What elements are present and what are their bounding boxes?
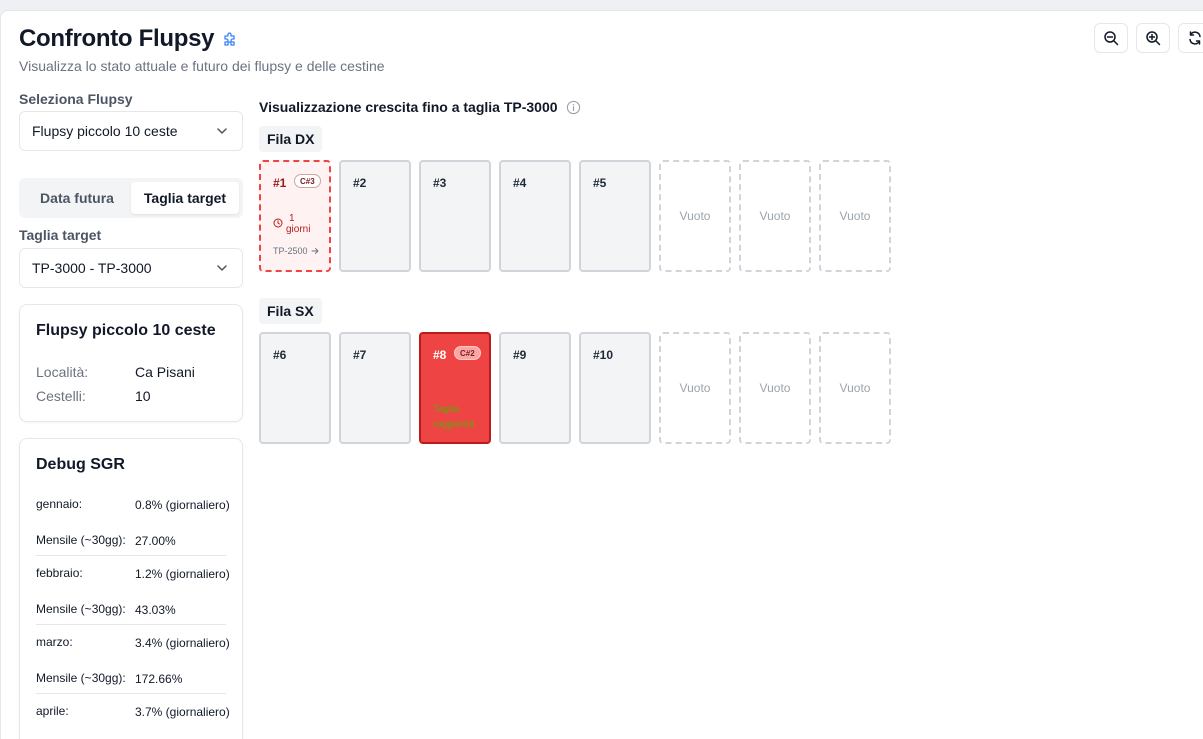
basket-number: #6 <box>273 348 287 362</box>
chevron-down-icon <box>217 128 227 134</box>
tab-taglia-target[interactable]: Taglia target <box>131 182 239 214</box>
current-size: TP-2500 <box>273 246 319 256</box>
zoom-in-icon <box>1146 31 1161 46</box>
info-key-location: Località: <box>36 364 89 380</box>
empty-slot[interactable]: Vuoto <box>739 160 811 272</box>
info-card-title: Flupsy piccolo 10 ceste <box>36 322 216 339</box>
basket-8[interactable]: #8 C#2 Taglia raggiunta <box>419 332 491 444</box>
basket-number: #7 <box>353 348 367 362</box>
empty-label: Vuoto <box>759 381 791 395</box>
basket-9[interactable]: #9 <box>499 332 571 444</box>
basket-number: #8 <box>433 348 447 362</box>
puzzle-icon <box>222 32 238 48</box>
month-daily: 0.8% (giornaliero) <box>135 498 230 512</box>
page-title: Confronto Flupsy <box>19 25 238 53</box>
basket-number: #5 <box>593 176 607 190</box>
month-name: febbraio: <box>36 566 83 580</box>
cycle-badge: C#3 <box>294 174 321 188</box>
target-size-select[interactable]: TP-3000 - TP-3000 <box>19 248 243 288</box>
row-label-sx: Fila SX <box>259 298 322 324</box>
empty-label: Vuoto <box>759 209 791 223</box>
basket-2[interactable]: #2 <box>339 160 411 272</box>
divider <box>36 555 226 556</box>
info-value-baskets: 10 <box>135 388 151 404</box>
target-reached-label: Taglia raggiunta <box>433 404 475 430</box>
month-name: aprile: <box>36 704 69 718</box>
basket-4[interactable]: #4 <box>499 160 571 272</box>
basket-number: #10 <box>593 348 614 362</box>
days-number: 1 <box>289 213 295 224</box>
zoom-out-button[interactable] <box>1094 23 1128 53</box>
page: Confronto Flupsy Visualizza lo stato att… <box>0 10 1203 739</box>
debug-sgr-card: Debug SGR gennaio: 0.8% (giornaliero) Me… <box>19 438 243 739</box>
month-daily: 3.7% (giornaliero) <box>135 705 230 719</box>
basket-10[interactable]: #10 <box>579 332 651 444</box>
basket-6[interactable]: #6 <box>259 332 331 444</box>
clock-icon <box>273 218 283 228</box>
divider <box>36 624 226 625</box>
row-label-dx: Fila DX <box>259 126 323 152</box>
flupsy-info-card: Flupsy piccolo 10 ceste Località: Ca Pis… <box>19 304 243 422</box>
chevron-down-icon <box>217 265 227 271</box>
monthly-value: 27.00% <box>135 534 176 548</box>
month-name: marzo: <box>36 635 73 649</box>
monthly-value: 172.66% <box>135 672 183 686</box>
tab-data-futura[interactable]: Data futura <box>23 182 131 214</box>
month-daily: 3.4% (giornaliero) <box>135 636 230 650</box>
target-size-label: Taglia target <box>19 227 102 243</box>
divider <box>36 693 226 694</box>
empty-label: Vuoto <box>679 209 711 223</box>
days-unit: giorni <box>286 224 311 235</box>
info-icon[interactable] <box>566 100 581 115</box>
basket-3[interactable]: #3 <box>419 160 491 272</box>
zoom-in-button[interactable] <box>1136 23 1170 53</box>
month-name: gennaio: <box>36 497 83 511</box>
flupsy-select-value: Flupsy piccolo 10 ceste <box>32 123 178 139</box>
refresh-icon <box>1189 31 1201 45</box>
flupsy-select-label: Seleziona Flupsy <box>19 91 133 107</box>
monthly-label: Mensile (~30gg): <box>36 671 126 685</box>
monthly-label: Mensile (~30gg): <box>36 533 126 547</box>
visualization-title: Visualizzazione crescita fino a taglia T… <box>259 99 581 115</box>
arrow-right-icon <box>311 248 318 254</box>
monthly-label: Mensile (~30gg): <box>36 602 126 616</box>
zoom-out-icon <box>1104 31 1119 46</box>
info-key-baskets: Cestelli: <box>36 388 86 404</box>
empty-slot[interactable]: Vuoto <box>659 332 731 444</box>
basket-1[interactable]: #1 C#3 1 giorni TP-2500 <box>259 160 331 272</box>
basket-number: #4 <box>513 176 527 190</box>
empty-slot[interactable]: Vuoto <box>819 332 891 444</box>
basket-number: #9 <box>513 348 527 362</box>
days-remaining: 1 giorni <box>273 213 310 235</box>
month-daily: 1.2% (giornaliero) <box>135 567 230 581</box>
refresh-button[interactable] <box>1178 23 1203 53</box>
basket-number: #1 <box>273 176 287 190</box>
flupsy-select[interactable]: Flupsy piccolo 10 ceste <box>19 111 243 151</box>
empty-label: Vuoto <box>839 209 871 223</box>
basket-5[interactable]: #5 <box>579 160 651 272</box>
debug-card-title: Debug SGR <box>36 456 125 473</box>
empty-slot[interactable]: Vuoto <box>659 160 731 272</box>
empty-slot[interactable]: Vuoto <box>819 160 891 272</box>
basket-number: #2 <box>353 176 367 190</box>
cycle-badge: C#2 <box>454 346 481 360</box>
info-value-location: Ca Pisani <box>135 364 195 380</box>
basket-number: #3 <box>433 176 447 190</box>
empty-slot[interactable]: Vuoto <box>739 332 811 444</box>
page-subtitle: Visualizza lo stato attuale e futuro dei… <box>19 58 385 74</box>
basket-7[interactable]: #7 <box>339 332 411 444</box>
empty-label: Vuoto <box>679 381 711 395</box>
monthly-value: 43.03% <box>135 603 176 617</box>
target-size-value: TP-3000 - TP-3000 <box>32 260 152 276</box>
empty-label: Vuoto <box>839 381 871 395</box>
mode-tabs: Data futura Taglia target <box>19 178 243 218</box>
